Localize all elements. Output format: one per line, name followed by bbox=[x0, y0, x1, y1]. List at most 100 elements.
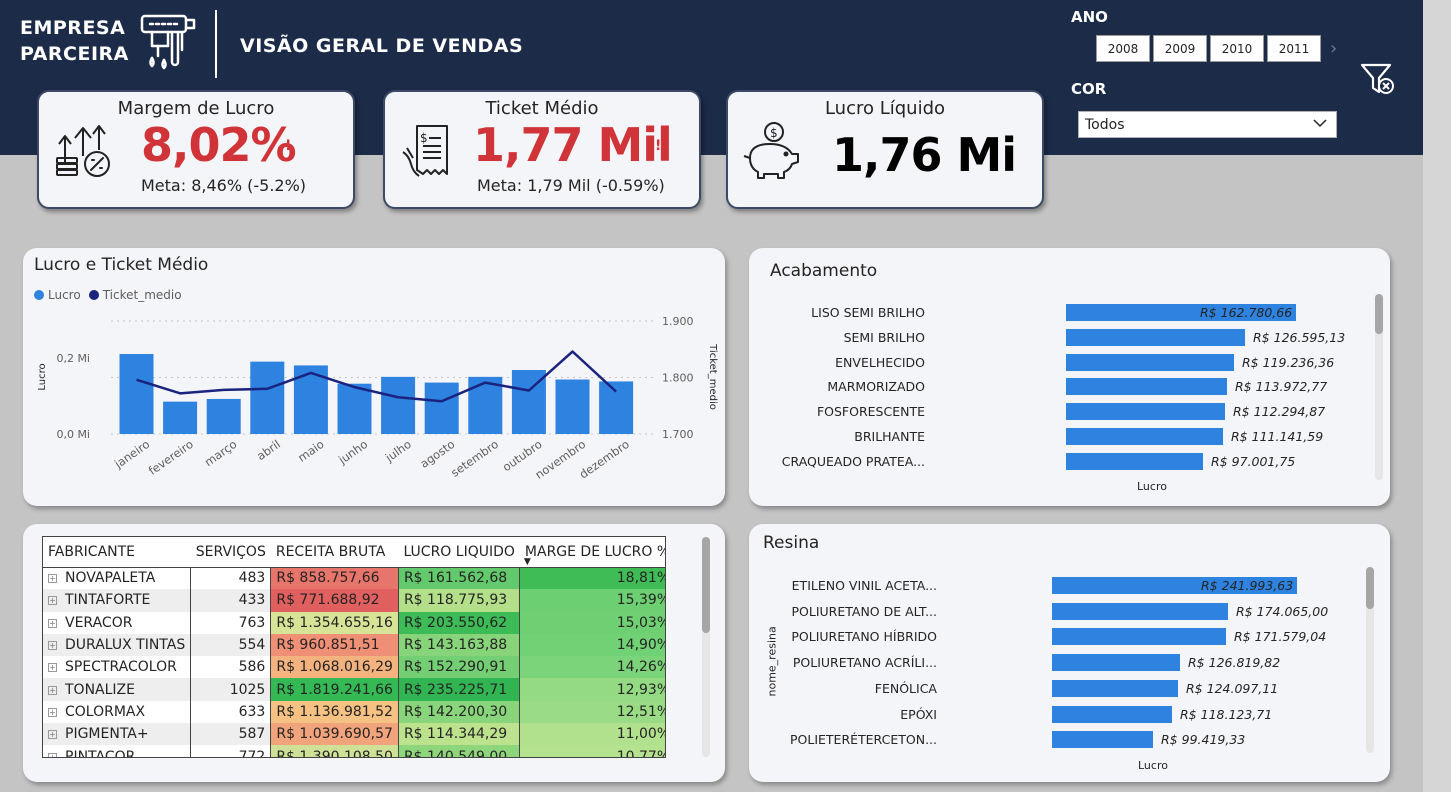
cell-margem: 12,51% bbox=[519, 700, 665, 724]
kpi-card-lucro: Lucro Líquido $ 1,76 Mi bbox=[726, 90, 1044, 209]
table-row[interactable]: + TINTAFORTE 433 R$ 771.688,92 R$ 118.775,93… bbox=[43, 589, 665, 612]
matrix-header-lucro[interactable]: LUCRO LIQUIDO bbox=[398, 537, 520, 568]
header-divider bbox=[215, 10, 217, 78]
bar-janeiro[interactable] bbox=[119, 354, 154, 434]
cell-servicos: 483 bbox=[190, 567, 272, 590]
bar[interactable] bbox=[1052, 602, 1228, 620]
expand-icon[interactable]: + bbox=[48, 574, 57, 584]
resina-scroll-thumb[interactable] bbox=[1366, 567, 1374, 609]
cell-fabricante[interactable]: + TONALIZE bbox=[43, 678, 192, 701]
kpi-card-ticket: Ticket Médio $ 1,77 Mil ! Meta: 1,79 Mil… bbox=[383, 90, 701, 209]
bar-novembro[interactable] bbox=[555, 379, 590, 434]
legend-ticket-marker bbox=[88, 290, 99, 300]
bar-category-label: MARMORIZADO bbox=[827, 379, 925, 395]
bar[interactable] bbox=[1066, 378, 1227, 396]
bar-category-label: LISO SEMI BRILHO bbox=[811, 305, 925, 320]
expand-icon[interactable]: + bbox=[48, 752, 57, 757]
bar[interactable] bbox=[1052, 628, 1226, 646]
kpi-lucro-value: 1,76 Mi bbox=[832, 128, 1017, 182]
expand-icon[interactable]: + bbox=[48, 685, 57, 695]
bar-julho[interactable] bbox=[381, 376, 416, 434]
bar-março[interactable] bbox=[206, 398, 241, 434]
cell-fabricante[interactable]: + VERACOR bbox=[43, 611, 192, 634]
year-button-2010[interactable]: 2010 bbox=[1210, 35, 1264, 62]
table-row[interactable]: + TONALIZE 1025 R$ 1.819.241,66 R$ 235.225,7… bbox=[43, 678, 665, 701]
bar-data-label: R$ 99.419,33 bbox=[1161, 732, 1246, 748]
matrix-scroll-thumb[interactable] bbox=[702, 537, 710, 633]
acabamento-scrollbar[interactable] bbox=[1375, 294, 1383, 480]
bar[interactable] bbox=[1066, 428, 1223, 445]
x-tick-label: maio bbox=[295, 437, 326, 465]
year-button-2011[interactable]: 2011 bbox=[1267, 35, 1321, 62]
table-row[interactable]: + VERACOR 763 R$ 1.354.655,16 R$ 203.550,62 1… bbox=[43, 611, 665, 634]
bar[interactable] bbox=[1052, 731, 1153, 749]
bar-category-label: SEMI BRILHO bbox=[843, 329, 925, 345]
cor-dropdown[interactable]: Todos bbox=[1078, 111, 1337, 138]
cell-margem: 10,77% bbox=[519, 745, 665, 757]
expand-icon[interactable]: + bbox=[48, 641, 57, 651]
y-left-tick-label: 0,2 Mi bbox=[56, 352, 90, 365]
bar-data-label: R$ 162.780,66 bbox=[1200, 305, 1293, 320]
acabamento-scroll-thumb[interactable] bbox=[1375, 294, 1383, 334]
kpi-lucro-title: Lucro Líquido bbox=[824, 98, 946, 119]
cell-lucro: R$ 140.549,00 bbox=[398, 745, 521, 757]
table-row[interactable]: + PIGMENTA+ 587 R$ 1.039.690,57 R$ 114.344,2… bbox=[43, 723, 665, 746]
year-button-2008[interactable]: 2008 bbox=[1096, 35, 1150, 62]
table-row[interactable]: + NOVAPALETA 483 R$ 858.757,66 R$ 161.562,68… bbox=[43, 567, 665, 590]
cell-lucro: R$ 114.344,29 bbox=[398, 723, 521, 746]
bar[interactable] bbox=[1066, 353, 1234, 371]
bar[interactable] bbox=[1066, 452, 1203, 470]
cell-fabricante[interactable]: + TINTAFORTE bbox=[43, 589, 192, 612]
cell-margem: 11,00% bbox=[519, 723, 665, 746]
bar[interactable] bbox=[1052, 654, 1180, 672]
matrix-header-receita[interactable]: RECEITA BRUTA bbox=[270, 537, 399, 568]
kpi-card-margem: Margem de Lucro 8,02% ! Meta: 8,46% (-5.… bbox=[37, 90, 355, 209]
table-row[interactable]: + PINTACOR 772 R$ 1.390.108,50 R$ 140.549,00… bbox=[43, 745, 665, 757]
matrix-header-margem[interactable]: MARGE DE LUCRO % ▼ bbox=[519, 537, 665, 568]
table-row[interactable]: + SPECTRACOLOR 586 R$ 1.068.016,29 R$ 152.29… bbox=[43, 656, 665, 679]
expand-icon[interactable]: + bbox=[48, 596, 57, 606]
receipt-hand-icon: $ bbox=[402, 125, 448, 177]
cell-receita: R$ 1.354.655,16 bbox=[270, 611, 399, 634]
expand-icon[interactable]: + bbox=[48, 663, 57, 673]
bar-category-label: ENVELHECIDO bbox=[835, 354, 925, 370]
expand-icon[interactable]: + bbox=[48, 707, 57, 717]
y-right-tick-label: 1.800 bbox=[662, 372, 694, 385]
bar-dezembro[interactable] bbox=[599, 381, 634, 434]
y-left-axis-title: Lucro bbox=[37, 363, 48, 390]
resina-scrollbar[interactable] bbox=[1366, 567, 1374, 753]
bar[interactable] bbox=[1066, 328, 1245, 346]
bar-data-label: R$ 118.123,71 bbox=[1180, 706, 1273, 722]
cell-fabricante[interactable]: + DURALUX TINTAS bbox=[43, 633, 192, 657]
cell-fabricante[interactable]: + NOVAPALETA bbox=[43, 567, 192, 590]
bar[interactable] bbox=[1052, 679, 1178, 697]
brand-line-2: PARCEIRA bbox=[20, 43, 129, 65]
expand-icon[interactable]: + bbox=[48, 730, 57, 740]
cell-fabricante[interactable]: + COLORMAX bbox=[43, 700, 192, 724]
cell-fabricante[interactable]: + PINTACOR bbox=[43, 745, 192, 757]
bar-category-label: POLIURETANO HÍBRIDO bbox=[791, 629, 937, 645]
bar[interactable] bbox=[1052, 705, 1172, 723]
year-button-2009[interactable]: 2009 bbox=[1153, 35, 1207, 62]
legend-lucro-marker bbox=[34, 290, 44, 300]
bar-fevereiro[interactable] bbox=[163, 401, 198, 434]
table-row[interactable]: + COLORMAX 633 R$ 1.136.981,52 R$ 142.200,30… bbox=[43, 700, 665, 724]
kpi-ticket-meta: Meta: 1,79 Mil (-0.59%) bbox=[477, 176, 665, 195]
matrix-scrollbar[interactable] bbox=[702, 537, 710, 757]
bar[interactable] bbox=[1066, 403, 1225, 421]
bar-abril[interactable] bbox=[250, 361, 285, 434]
cell-fabricante[interactable]: + SPECTRACOLOR bbox=[43, 656, 192, 679]
clear-filter-icon[interactable] bbox=[1360, 62, 1402, 98]
table-row[interactable]: + DURALUX TINTAS 554 R$ 960.851,51 R$ 143.16… bbox=[43, 633, 665, 657]
bar-agosto[interactable] bbox=[424, 382, 459, 434]
matrix-header-fabricante[interactable]: FABRICANTE bbox=[43, 537, 191, 568]
bar-junho[interactable] bbox=[337, 383, 372, 434]
kpi-ticket-title: Ticket Médio bbox=[485, 98, 599, 119]
cor-slicer-label: COR bbox=[1071, 80, 1107, 98]
brand-name: EMPRESA PARCEIRA bbox=[20, 15, 129, 67]
chevron-right-icon[interactable]: › bbox=[1330, 38, 1337, 59]
y-right-axis-title: Ticket_medio bbox=[707, 343, 718, 410]
matrix-header-servicos[interactable]: SERVIÇOS bbox=[190, 537, 271, 568]
cell-fabricante[interactable]: + PIGMENTA+ bbox=[43, 723, 192, 746]
expand-icon[interactable]: + bbox=[48, 618, 57, 628]
